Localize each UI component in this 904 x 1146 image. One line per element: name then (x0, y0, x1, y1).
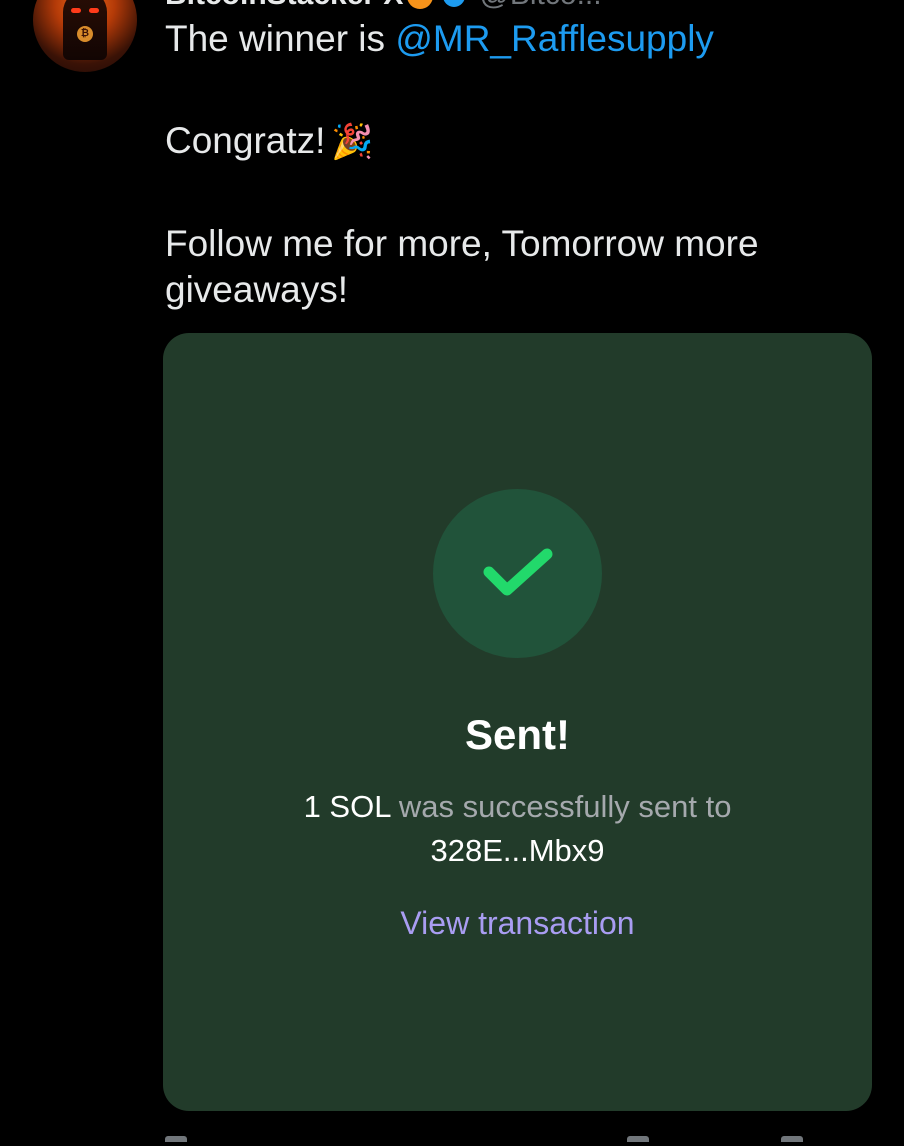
author-name[interactable]: BitcoinStacker X (165, 0, 403, 11)
sent-amount: 1 SOL (303, 789, 391, 824)
tweet-action-bar (165, 1136, 865, 1146)
tweet-line-congrats: Congratz! 🎉 (165, 118, 865, 165)
author-handle[interactable]: @Bitco... (479, 0, 601, 11)
tweet-line-winner: The winner is @MR_Rafflesupply (165, 16, 865, 62)
tweet-text-prefix: The winner is (165, 18, 396, 59)
mention-link[interactable]: @MR_Rafflesupply (395, 18, 714, 59)
tweet-body: The winner is @MR_Rafflesupply Congratz!… (165, 16, 865, 313)
sent-description: 1 SOL was successfully sent to 328E...Mb… (163, 785, 872, 873)
bitcoin-badge-icon (407, 0, 434, 10)
checkmark-icon (483, 548, 553, 596)
avatar-eye (89, 8, 99, 13)
reply-icon[interactable] (165, 1136, 187, 1142)
party-popper-icon: 🎉 (331, 123, 374, 161)
avatar-eye (71, 8, 81, 13)
recipient-address: 328E...Mbx9 (430, 833, 605, 868)
tweet-line-follow: Follow me for more, Tomorrow more giveaw… (165, 223, 759, 310)
verified-badge-icon (443, 0, 466, 8)
transaction-card[interactable]: Sent! 1 SOL was successfully sent to 328… (163, 333, 872, 1111)
bitcoin-icon: ₿ (77, 26, 93, 42)
tweet-header: BitcoinStacker X @Bitco... (165, 0, 602, 11)
bookmark-icon[interactable] (781, 1136, 803, 1142)
avatar[interactable]: ₿ (33, 0, 137, 72)
share-icon[interactable] (627, 1136, 649, 1142)
congrats-text: Congratz! (165, 120, 326, 161)
sent-title: Sent! (465, 711, 570, 758)
success-circle (433, 489, 602, 658)
sent-desc-text: was successfully sent to (390, 789, 732, 824)
view-transaction-link[interactable]: View transaction (163, 905, 872, 942)
